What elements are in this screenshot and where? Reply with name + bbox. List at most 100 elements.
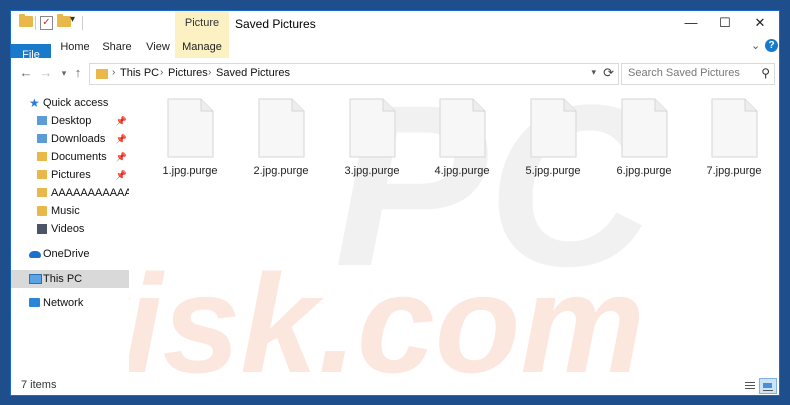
details-view-icon[interactable] bbox=[741, 378, 759, 394]
breadcrumb-separator: › bbox=[208, 67, 212, 78]
pin-icon[interactable]: 📌 bbox=[116, 112, 127, 130]
file-item[interactable]: 4.jpg.purge bbox=[422, 98, 502, 198]
new-folder-icon[interactable] bbox=[57, 14, 71, 27]
network-icon bbox=[29, 298, 40, 307]
tab-home[interactable]: Home bbox=[57, 36, 93, 58]
downloads-folder-icon bbox=[37, 134, 47, 143]
nav-label: AAAAAAAAAAAAA bbox=[51, 187, 129, 199]
document-icon bbox=[530, 98, 577, 158]
item-count: 7 items bbox=[21, 379, 57, 391]
nav-label: This PC bbox=[43, 273, 83, 285]
file-name: 5.jpg.purge bbox=[525, 165, 581, 177]
navigation-bar: ← → ▾ ↑ › This PC › Pictures › Saved Pic… bbox=[11, 58, 779, 90]
document-icon bbox=[167, 98, 214, 158]
nav-item-documents[interactable]: Documents 📌 bbox=[11, 148, 129, 166]
back-arrow-icon[interactable]: ← bbox=[17, 64, 35, 82]
cloud-icon bbox=[29, 251, 41, 258]
nav-label: Desktop bbox=[51, 115, 92, 127]
nav-label: Videos bbox=[51, 223, 85, 235]
large-icons-view-icon[interactable] bbox=[759, 378, 777, 394]
file-list: PC risk.com 1.jpg.purge 2.jpg.purge 3.jp… bbox=[129, 90, 779, 380]
maximize-button[interactable]: ☐ bbox=[709, 11, 741, 36]
window-title: Saved Pictures bbox=[235, 17, 316, 31]
forward-arrow-icon[interactable]: → bbox=[37, 64, 55, 82]
status-bar: 7 items bbox=[11, 377, 779, 395]
tab-share[interactable]: Share bbox=[99, 36, 135, 58]
nav-item-onedrive[interactable]: OneDrive bbox=[11, 245, 129, 263]
close-button[interactable]: ✕ bbox=[744, 11, 776, 36]
documents-folder-icon bbox=[37, 152, 47, 161]
file-name: 6.jpg.purge bbox=[616, 165, 672, 177]
address-dropdown-icon[interactable]: ▾ bbox=[591, 67, 596, 78]
document-icon bbox=[349, 98, 396, 158]
file-item[interactable]: 1.jpg.purge bbox=[150, 98, 230, 198]
nav-item-this-pc[interactable]: This PC bbox=[11, 270, 129, 288]
address-bar[interactable]: › This PC › Pictures › Saved Pictures ▾ … bbox=[89, 63, 619, 85]
file-item[interactable]: 2.jpg.purge bbox=[241, 98, 321, 198]
folder-icon bbox=[96, 69, 108, 79]
nav-label: OneDrive bbox=[43, 248, 90, 260]
file-name: 1.jpg.purge bbox=[162, 165, 218, 177]
refresh-icon[interactable]: ⟳ bbox=[603, 65, 614, 81]
breadcrumb-this-pc[interactable]: This PC bbox=[120, 67, 159, 79]
up-arrow-icon[interactable]: ↑ bbox=[69, 64, 87, 82]
folder-icon[interactable] bbox=[19, 14, 33, 27]
search-input[interactable] bbox=[622, 64, 756, 82]
nav-item-videos[interactable]: Videos bbox=[11, 220, 129, 238]
desktop-folder-icon bbox=[37, 116, 47, 125]
nav-item-quick-access[interactable]: ★ Quick access bbox=[11, 94, 129, 112]
toolbar-divider bbox=[82, 16, 83, 30]
document-icon bbox=[439, 98, 486, 158]
music-folder-icon bbox=[37, 206, 47, 216]
file-item[interactable]: 5.jpg.purge bbox=[513, 98, 593, 198]
expand-ribbon-icon[interactable]: ⌄ bbox=[751, 39, 760, 52]
tab-manage[interactable]: Manage bbox=[175, 36, 229, 58]
nav-label: Music bbox=[51, 205, 80, 217]
properties-icon[interactable]: ✓ bbox=[40, 16, 53, 30]
ribbon-tabs: File Home Share View Manage ⌄ ? bbox=[11, 36, 779, 144]
toolbar-divider bbox=[35, 16, 36, 30]
customize-toolbar-icon[interactable]: ▾ bbox=[70, 14, 75, 25]
computer-icon bbox=[29, 274, 42, 284]
minimize-button[interactable]: — bbox=[675, 11, 707, 36]
videos-folder-icon bbox=[37, 224, 47, 234]
pin-icon[interactable]: 📌 bbox=[116, 130, 127, 148]
file-name: 4.jpg.purge bbox=[434, 165, 490, 177]
watermark-risk: risk.com bbox=[129, 245, 645, 380]
nav-item-aaaaaaaaaaaaa[interactable]: AAAAAAAAAAAAA bbox=[11, 184, 129, 202]
file-name: 2.jpg.purge bbox=[253, 165, 309, 177]
nav-label: Documents bbox=[51, 151, 107, 163]
pin-icon[interactable]: 📌 bbox=[116, 148, 127, 166]
star-icon: ★ bbox=[29, 96, 40, 110]
nav-item-network[interactable]: Network bbox=[11, 294, 129, 312]
breadcrumb-pictures[interactable]: Pictures bbox=[168, 67, 208, 79]
document-icon bbox=[621, 98, 668, 158]
picture-tools-label: Picture Tools bbox=[175, 11, 229, 54]
title-bar: ✓ ▾ Picture Tools Saved Pictures — ☐ ✕ bbox=[11, 11, 779, 54]
breadcrumb-saved-pictures[interactable]: Saved Pictures bbox=[216, 67, 290, 79]
file-item[interactable]: 7.jpg.purge bbox=[694, 98, 774, 198]
breadcrumb-separator: › bbox=[112, 67, 116, 78]
file-item[interactable]: 6.jpg.purge bbox=[604, 98, 684, 198]
search-icon[interactable]: ⚲ bbox=[761, 66, 770, 80]
explorer-window: ✓ ▾ Picture Tools Saved Pictures — ☐ ✕ F… bbox=[10, 10, 780, 396]
tab-view[interactable]: View bbox=[141, 36, 175, 58]
nav-label: Quick access bbox=[43, 97, 109, 109]
folder-icon bbox=[37, 188, 47, 197]
help-icon[interactable]: ? bbox=[765, 39, 778, 52]
nav-label: Network bbox=[43, 297, 84, 309]
nav-item-pictures[interactable]: Pictures 📌 bbox=[11, 166, 129, 184]
file-name: 7.jpg.purge bbox=[706, 165, 762, 177]
nav-label: Pictures bbox=[51, 169, 91, 181]
nav-label: Downloads bbox=[51, 133, 106, 145]
pin-icon[interactable]: 📌 bbox=[116, 166, 127, 184]
pictures-folder-icon bbox=[37, 170, 47, 179]
document-icon bbox=[711, 98, 758, 158]
search-box[interactable]: ⚲ bbox=[621, 63, 775, 85]
nav-item-desktop[interactable]: Desktop 📌 bbox=[11, 112, 129, 130]
navigation-pane: ★ Quick access Desktop 📌 Downloads 📌 Doc… bbox=[11, 90, 129, 380]
nav-item-downloads[interactable]: Downloads 📌 bbox=[11, 130, 129, 148]
breadcrumb-separator: › bbox=[160, 67, 164, 78]
file-item[interactable]: 3.jpg.purge bbox=[332, 98, 412, 198]
nav-item-music[interactable]: Music bbox=[11, 202, 129, 220]
